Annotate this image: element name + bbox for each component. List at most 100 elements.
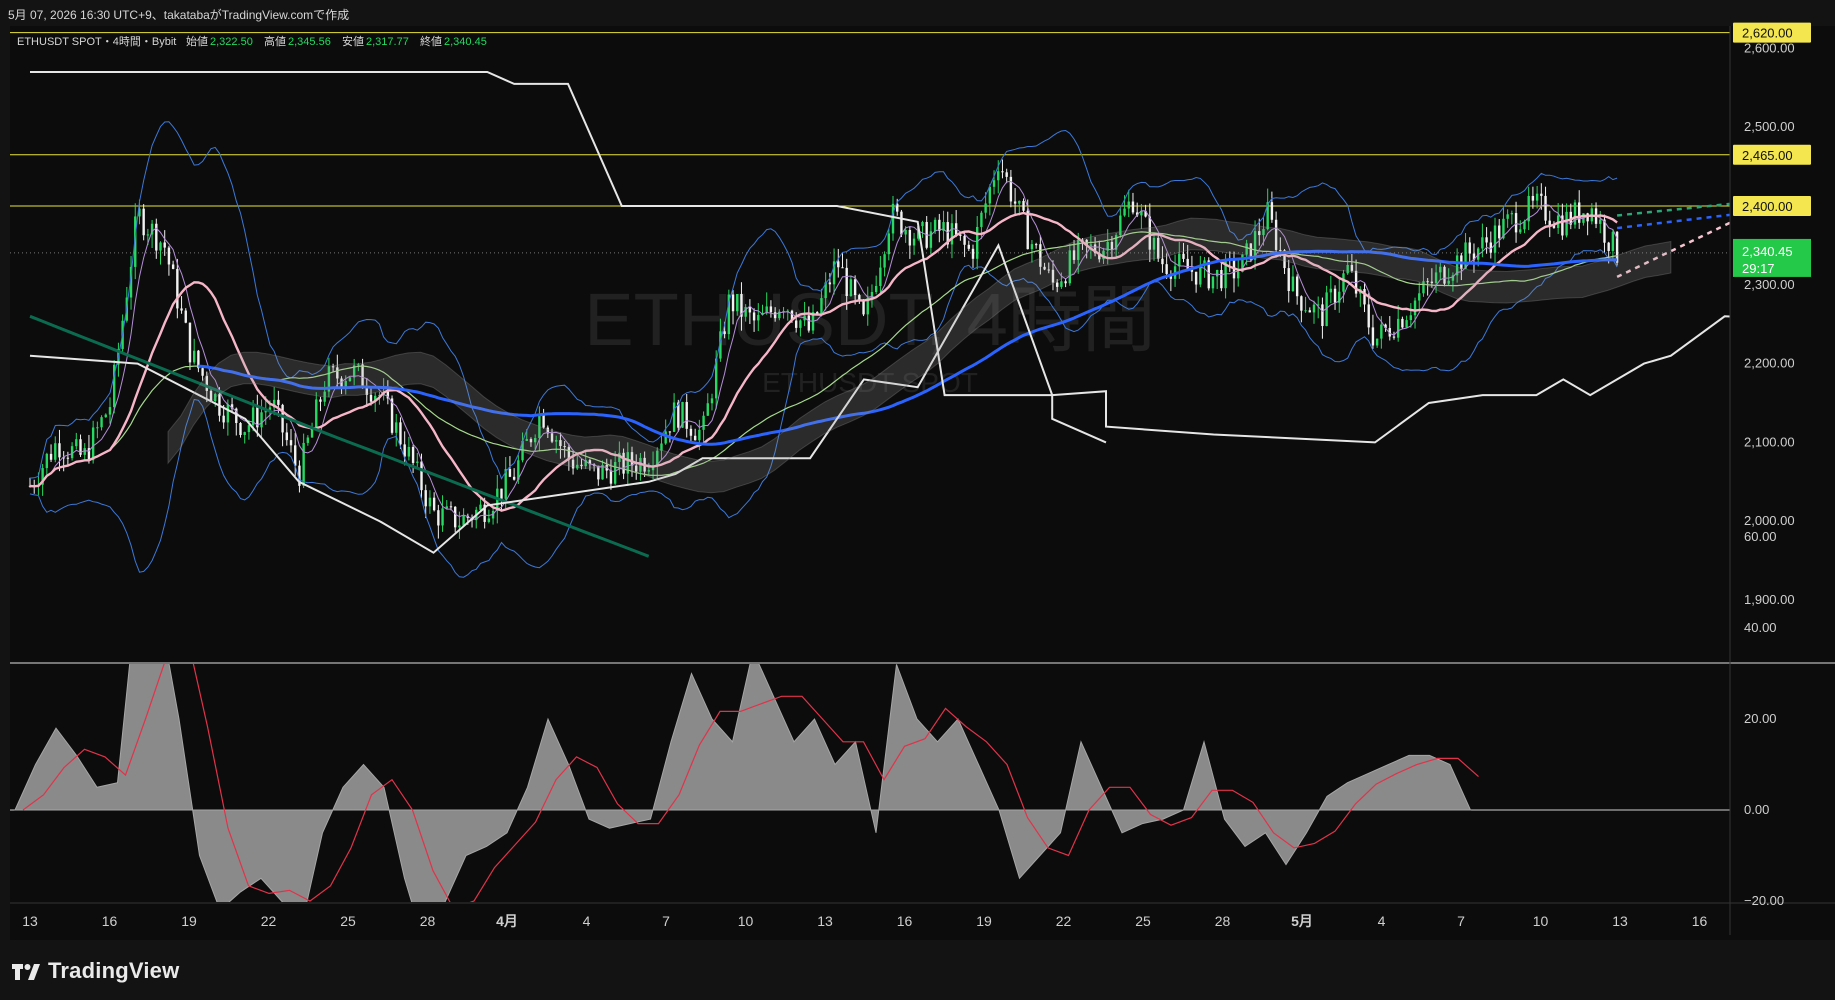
candle-up[interactable] [315,399,318,428]
candle-up[interactable] [879,267,882,286]
candle-up[interactable] [416,461,419,463]
oscillator-area[interactable] [14,583,1472,947]
candle-down[interactable] [1064,281,1067,284]
candle-up[interactable] [1464,242,1467,269]
candle-down[interactable] [769,306,773,313]
candle-up[interactable] [887,233,891,255]
candle-down[interactable] [862,300,865,315]
candle-down[interactable] [281,404,284,433]
candle-down[interactable] [424,490,427,507]
candle-down[interactable] [432,497,436,511]
candle-up[interactable] [904,229,907,235]
candle-down[interactable] [285,432,288,441]
candle-up[interactable] [108,407,112,415]
candle-up[interactable] [1611,231,1615,251]
candle-up[interactable] [1510,213,1514,215]
candle-down[interactable] [1367,304,1370,328]
candle-up[interactable] [146,234,150,236]
candle-up[interactable] [933,219,937,232]
candle-down[interactable] [1220,269,1223,289]
candle-up[interactable] [1409,315,1413,321]
candle-up[interactable] [672,402,676,432]
candle-down[interactable] [437,510,440,526]
candle-down[interactable] [908,229,912,246]
candle-up[interactable] [1481,237,1484,249]
candle-up[interactable] [1413,300,1417,316]
candle-down[interactable] [508,469,512,477]
candle-down[interactable] [971,248,975,259]
candle-up[interactable] [710,398,714,404]
candle-up[interactable] [1493,225,1497,253]
candle-up[interactable] [736,293,739,312]
candle-down[interactable] [1544,195,1547,221]
candle-down[interactable] [1363,288,1366,305]
candle-up[interactable] [1329,288,1333,293]
candle-up[interactable] [260,412,263,428]
candle-up[interactable] [950,223,954,245]
candle-down[interactable] [1287,268,1290,292]
candle-up[interactable] [1418,293,1421,301]
candle-up[interactable] [702,415,705,430]
candle-down[interactable] [176,268,179,309]
candle-up[interactable] [984,203,987,213]
candle-up[interactable] [883,254,886,268]
candle-down[interactable] [807,315,811,331]
candle-down[interactable] [1001,171,1004,173]
candle-up[interactable] [799,320,802,328]
candle-up[interactable] [988,186,992,204]
candle-down[interactable] [66,457,70,459]
candle-up[interactable] [54,443,57,460]
candle-down[interactable] [1607,242,1610,251]
candle-up[interactable] [407,446,411,457]
candle-up[interactable] [226,404,230,423]
candle-down[interactable] [748,307,752,313]
candle-up[interactable] [698,429,701,441]
candle-up[interactable] [1405,320,1408,328]
candle-down[interactable] [1371,327,1375,346]
candle-down[interactable] [167,247,171,265]
candle-up[interactable] [891,203,895,234]
candle-up[interactable] [921,221,924,227]
candle-down[interactable] [685,402,688,429]
candle-down[interactable] [1034,244,1038,246]
candle-up[interactable] [706,403,709,416]
candle-down[interactable] [1295,276,1299,297]
candle-up[interactable] [1565,211,1568,236]
candle-down[interactable] [689,428,693,436]
candle-up[interactable] [1291,276,1295,292]
candle-up[interactable] [104,414,107,418]
candle-down[interactable] [668,431,672,433]
candle-down[interactable] [1270,202,1274,220]
candle-down[interactable] [853,279,857,296]
candle-up[interactable] [1519,229,1522,233]
candle-down[interactable] [171,264,175,269]
candle-down[interactable] [369,394,373,402]
candle-up[interactable] [487,518,491,522]
candle-down[interactable] [1498,225,1501,239]
candle-down[interactable] [449,506,453,508]
candle-down[interactable] [1009,176,1013,202]
candle-down[interactable] [609,470,613,484]
candle-up[interactable] [757,314,760,321]
candle-down[interactable] [1186,258,1189,270]
candle-up[interactable] [428,497,432,507]
candle-up[interactable] [1396,318,1400,338]
candle-down[interactable] [1194,271,1198,285]
candle-down[interactable] [542,413,545,428]
candle-down[interactable] [1333,288,1337,303]
candle-down[interactable] [1165,264,1168,274]
candle-down[interactable] [49,453,53,460]
candle-down[interactable] [1026,210,1029,250]
candle-up[interactable] [912,238,916,246]
candle-down[interactable] [58,443,61,458]
candle-up[interactable] [997,171,1000,181]
candle-down[interactable] [180,308,183,311]
candle-down[interactable] [1300,296,1303,311]
candle-down[interactable] [1321,304,1324,327]
candle-up[interactable] [976,226,979,259]
candle-up[interactable] [441,508,444,526]
candle-down[interactable] [841,267,844,269]
candle-down[interactable] [723,331,726,335]
candle-up[interactable] [1599,219,1602,224]
candle-up[interactable] [100,417,103,428]
